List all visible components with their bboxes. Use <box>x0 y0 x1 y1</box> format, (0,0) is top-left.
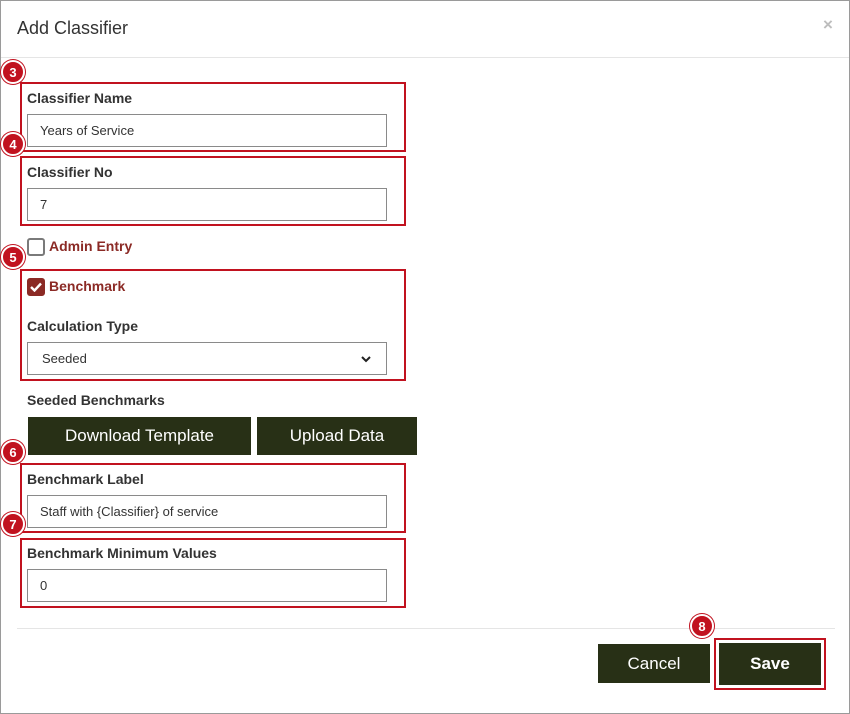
upload-data-button[interactable]: Upload Data <box>257 417 417 455</box>
benchmark-label-label: Benchmark Label <box>27 471 144 487</box>
annotation-badge-4: 4 <box>1 132 25 156</box>
dialog-title: Add Classifier <box>17 18 129 38</box>
calculation-type-value: Seeded <box>42 351 87 366</box>
classifier-no-label: Classifier No <box>27 164 113 180</box>
annotation-badge-7: 7 <box>1 512 25 536</box>
calculation-type-select[interactable]: Seeded <box>27 342 387 375</box>
add-classifier-dialog: Add Classifier × 3 Classifier Name 4 Cla… <box>0 0 850 714</box>
benchmark-min-label: Benchmark Minimum Values <box>27 545 217 561</box>
classifier-no-input[interactable] <box>27 188 387 221</box>
checkmark-icon <box>30 282 42 292</box>
annotation-badge-3: 3 <box>1 60 25 84</box>
chevron-down-icon <box>361 355 371 362</box>
annotation-badge-6: 6 <box>1 440 25 464</box>
benchmark-min-input[interactable] <box>27 569 387 602</box>
close-icon[interactable]: × <box>823 15 833 35</box>
classifier-name-input[interactable] <box>27 114 387 147</box>
benchmark-checkbox[interactable] <box>27 278 45 296</box>
calculation-type-label: Calculation Type <box>27 318 138 334</box>
annotation-badge-5: 5 <box>1 245 25 269</box>
benchmark-label-input[interactable] <box>27 495 387 528</box>
admin-entry-label[interactable]: Admin Entry <box>49 238 132 254</box>
cancel-button[interactable]: Cancel <box>598 644 710 683</box>
save-button[interactable]: Save <box>719 643 821 685</box>
classifier-name-label: Classifier Name <box>27 90 133 106</box>
dialog-header: Add Classifier × <box>1 1 849 58</box>
benchmark-label[interactable]: Benchmark <box>49 278 125 294</box>
download-template-button[interactable]: Download Template <box>28 417 251 455</box>
admin-entry-checkbox[interactable] <box>27 238 45 256</box>
seeded-benchmarks-label: Seeded Benchmarks <box>27 392 165 408</box>
annotation-badge-8: 8 <box>690 614 714 638</box>
